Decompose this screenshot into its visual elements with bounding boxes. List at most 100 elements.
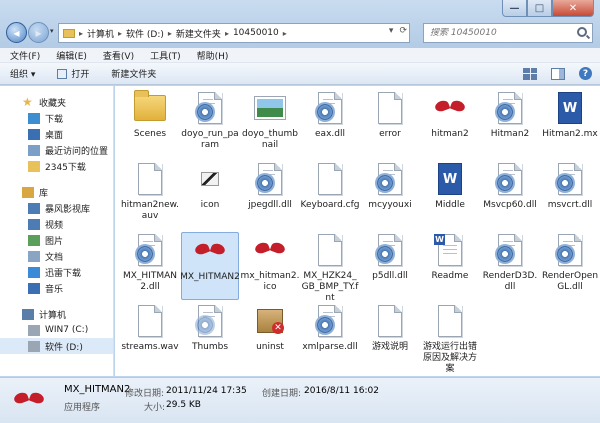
file-item[interactable]: Thumbs <box>181 303 239 353</box>
selected-file-name: MX_HITMAN2 <box>64 384 131 395</box>
file-item[interactable]: MX_HITMAN2 <box>180 232 240 300</box>
file-item[interactable]: Scenes <box>121 90 179 140</box>
sidebar-item[interactable]: 软件 (D:) <box>0 338 113 354</box>
breadcrumb-item[interactable]: 计算机 <box>87 27 114 40</box>
file-item[interactable]: W Readme <box>421 232 479 282</box>
sidebar-item[interactable]: 图片 <box>0 232 113 248</box>
file-item[interactable]: mcyyouxi <box>361 161 419 211</box>
sidebar-item[interactable]: 最近访问的位置 <box>0 142 113 158</box>
minimize-button[interactable]: — <box>502 0 527 17</box>
file-item[interactable]: mx_hitman2.ico <box>241 232 300 293</box>
hitman-logo-icon <box>193 233 227 269</box>
sidebar-item-label: 软件 (D:) <box>45 342 83 353</box>
breadcrumb-item[interactable]: 软件 (D:) <box>126 27 164 40</box>
file-name: MX_HITMAN2.dll <box>122 271 177 292</box>
file-item[interactable]: doyo_run_param <box>181 90 239 151</box>
file-item[interactable]: MX_HZK24_GB_BMP_TY.fnt <box>301 232 359 304</box>
file-item[interactable]: icon <box>181 161 239 211</box>
breadcrumb-separator-icon[interactable]: ▸ <box>225 29 229 38</box>
file-item[interactable]: ✕ uninst <box>241 303 299 353</box>
file-item[interactable]: doyo_thumbnail <box>241 90 299 151</box>
size-label: 大小: <box>144 403 166 413</box>
file-item[interactable]: 游戏运行出错原因及解决方案 <box>421 303 479 375</box>
video-icon <box>28 218 40 230</box>
sidebar-item[interactable]: 迅雷下载 <box>0 264 113 280</box>
search-icon[interactable] <box>577 27 587 37</box>
open-button[interactable]: 打开 <box>57 67 89 80</box>
file-item[interactable]: MX_HITMAN2.dll <box>121 232 179 293</box>
organize-button[interactable]: 组织 ▾ <box>10 67 35 80</box>
breadcrumb-item[interactable]: 新建文件夹 <box>176 27 221 40</box>
search-box[interactable] <box>423 23 593 43</box>
breadcrumb-separator-icon[interactable]: ▸ <box>283 29 287 38</box>
computer-icon <box>22 308 34 320</box>
sidebar-item[interactable]: 暴风影视库 <box>0 200 113 216</box>
sidebar-item[interactable]: 桌面 <box>0 126 113 142</box>
file-item[interactable]: hitman2 <box>421 90 479 140</box>
close-button[interactable]: ✕ <box>552 0 594 17</box>
system-file-icon <box>373 232 407 268</box>
menu-bar: 文件(F) 编辑(E) 查看(V) 工具(T) 帮助(H) <box>0 48 600 63</box>
drive-icon <box>28 324 40 336</box>
breadcrumb-separator-icon[interactable]: ▸ <box>118 29 122 38</box>
file-item[interactable]: msvcrt.dll <box>541 161 599 211</box>
sidebar-item[interactable]: ★ 收藏夹 <box>0 94 113 110</box>
file-item[interactable]: Hitman2 <box>481 90 539 140</box>
sidebar-item[interactable]: 视频 <box>0 216 113 232</box>
sidebar-item[interactable]: 音乐 <box>0 280 113 296</box>
new-folder-button[interactable]: 新建文件夹 <box>111 67 156 80</box>
image-icon <box>193 161 227 197</box>
forward-button[interactable]: ▸ <box>28 22 49 43</box>
file-name: RenderOpenGL.dll <box>541 271 599 292</box>
address-dropdown-icon[interactable]: ▾ <box>389 26 394 36</box>
sidebar-item[interactable]: WIN7 (C:) <box>0 322 113 338</box>
hitman-logo-icon <box>253 232 287 268</box>
file-item[interactable]: 游戏说明 <box>361 303 419 353</box>
system-file-icon <box>313 90 347 126</box>
sidebar-item[interactable]: 下载 <box>0 110 113 126</box>
address-bar[interactable]: ▸ 计算机 ▸ 软件 (D:) ▸ 新建文件夹 ▸ 10450010 ▸ ▾ ⟳ <box>58 23 410 43</box>
menu-item[interactable]: 工具(T) <box>150 49 181 62</box>
menu-item[interactable]: 帮助(H) <box>197 49 229 62</box>
help-icon[interactable]: ? <box>579 67 592 80</box>
system-file-icon <box>493 161 527 197</box>
file-name: 游戏运行出错原因及解决方案 <box>422 342 477 374</box>
file-item[interactable]: W Hitman2.mx <box>541 90 599 140</box>
sidebar-item[interactable]: 文档 <box>0 248 113 264</box>
menu-item[interactable]: 查看(V) <box>103 49 134 62</box>
selected-file-hitman-icon <box>12 383 46 417</box>
search-input[interactable] <box>430 28 570 38</box>
file-name: MX_HITMAN2 <box>180 272 240 282</box>
file-item[interactable]: eax.dll <box>301 90 359 140</box>
maximize-button[interactable]: □ <box>527 0 552 17</box>
change-view-icon[interactable] <box>523 67 537 80</box>
preview-pane-icon[interactable] <box>551 67 565 80</box>
file-item[interactable]: error <box>361 90 419 140</box>
system-file-icon <box>553 161 587 197</box>
menu-item[interactable]: 文件(F) <box>10 49 40 62</box>
selected-file-type: 应用程序 <box>64 403 101 413</box>
refresh-icon[interactable]: ⟳ <box>399 26 407 36</box>
file-item[interactable]: W Middle <box>421 161 479 211</box>
sidebar-item[interactable]: 2345下载 <box>0 158 113 174</box>
file-item[interactable]: jpegdll.dll <box>241 161 299 211</box>
menu-item[interactable]: 编辑(E) <box>56 49 87 62</box>
back-button[interactable]: ◂ <box>6 22 27 43</box>
sidebar-item[interactable]: 计算机 <box>0 306 113 322</box>
file-item[interactable]: hitman2new.auv <box>121 161 179 222</box>
breadcrumb-separator-icon[interactable]: ▸ <box>79 29 83 38</box>
file-item[interactable]: RenderD3D.dll <box>481 232 539 293</box>
text-document-icon <box>433 303 467 339</box>
file-item[interactable]: streams.wav <box>121 303 179 353</box>
sidebar-item[interactable]: 库 <box>0 184 113 200</box>
file-name: icon <box>200 200 220 210</box>
breadcrumb-item[interactable]: 10450010 <box>233 28 279 38</box>
recent-pages-dropdown[interactable]: ▾ <box>50 27 54 35</box>
file-item[interactable]: RenderOpenGL.dll <box>541 232 599 293</box>
file-item[interactable]: xmlparse.dll <box>301 303 359 353</box>
file-item[interactable]: p5dll.dll <box>361 232 419 282</box>
file-item[interactable]: Msvcp60.dll <box>481 161 539 211</box>
file-item[interactable]: Keyboard.cfg <box>301 161 360 211</box>
breadcrumb-separator-icon[interactable]: ▸ <box>168 29 172 38</box>
